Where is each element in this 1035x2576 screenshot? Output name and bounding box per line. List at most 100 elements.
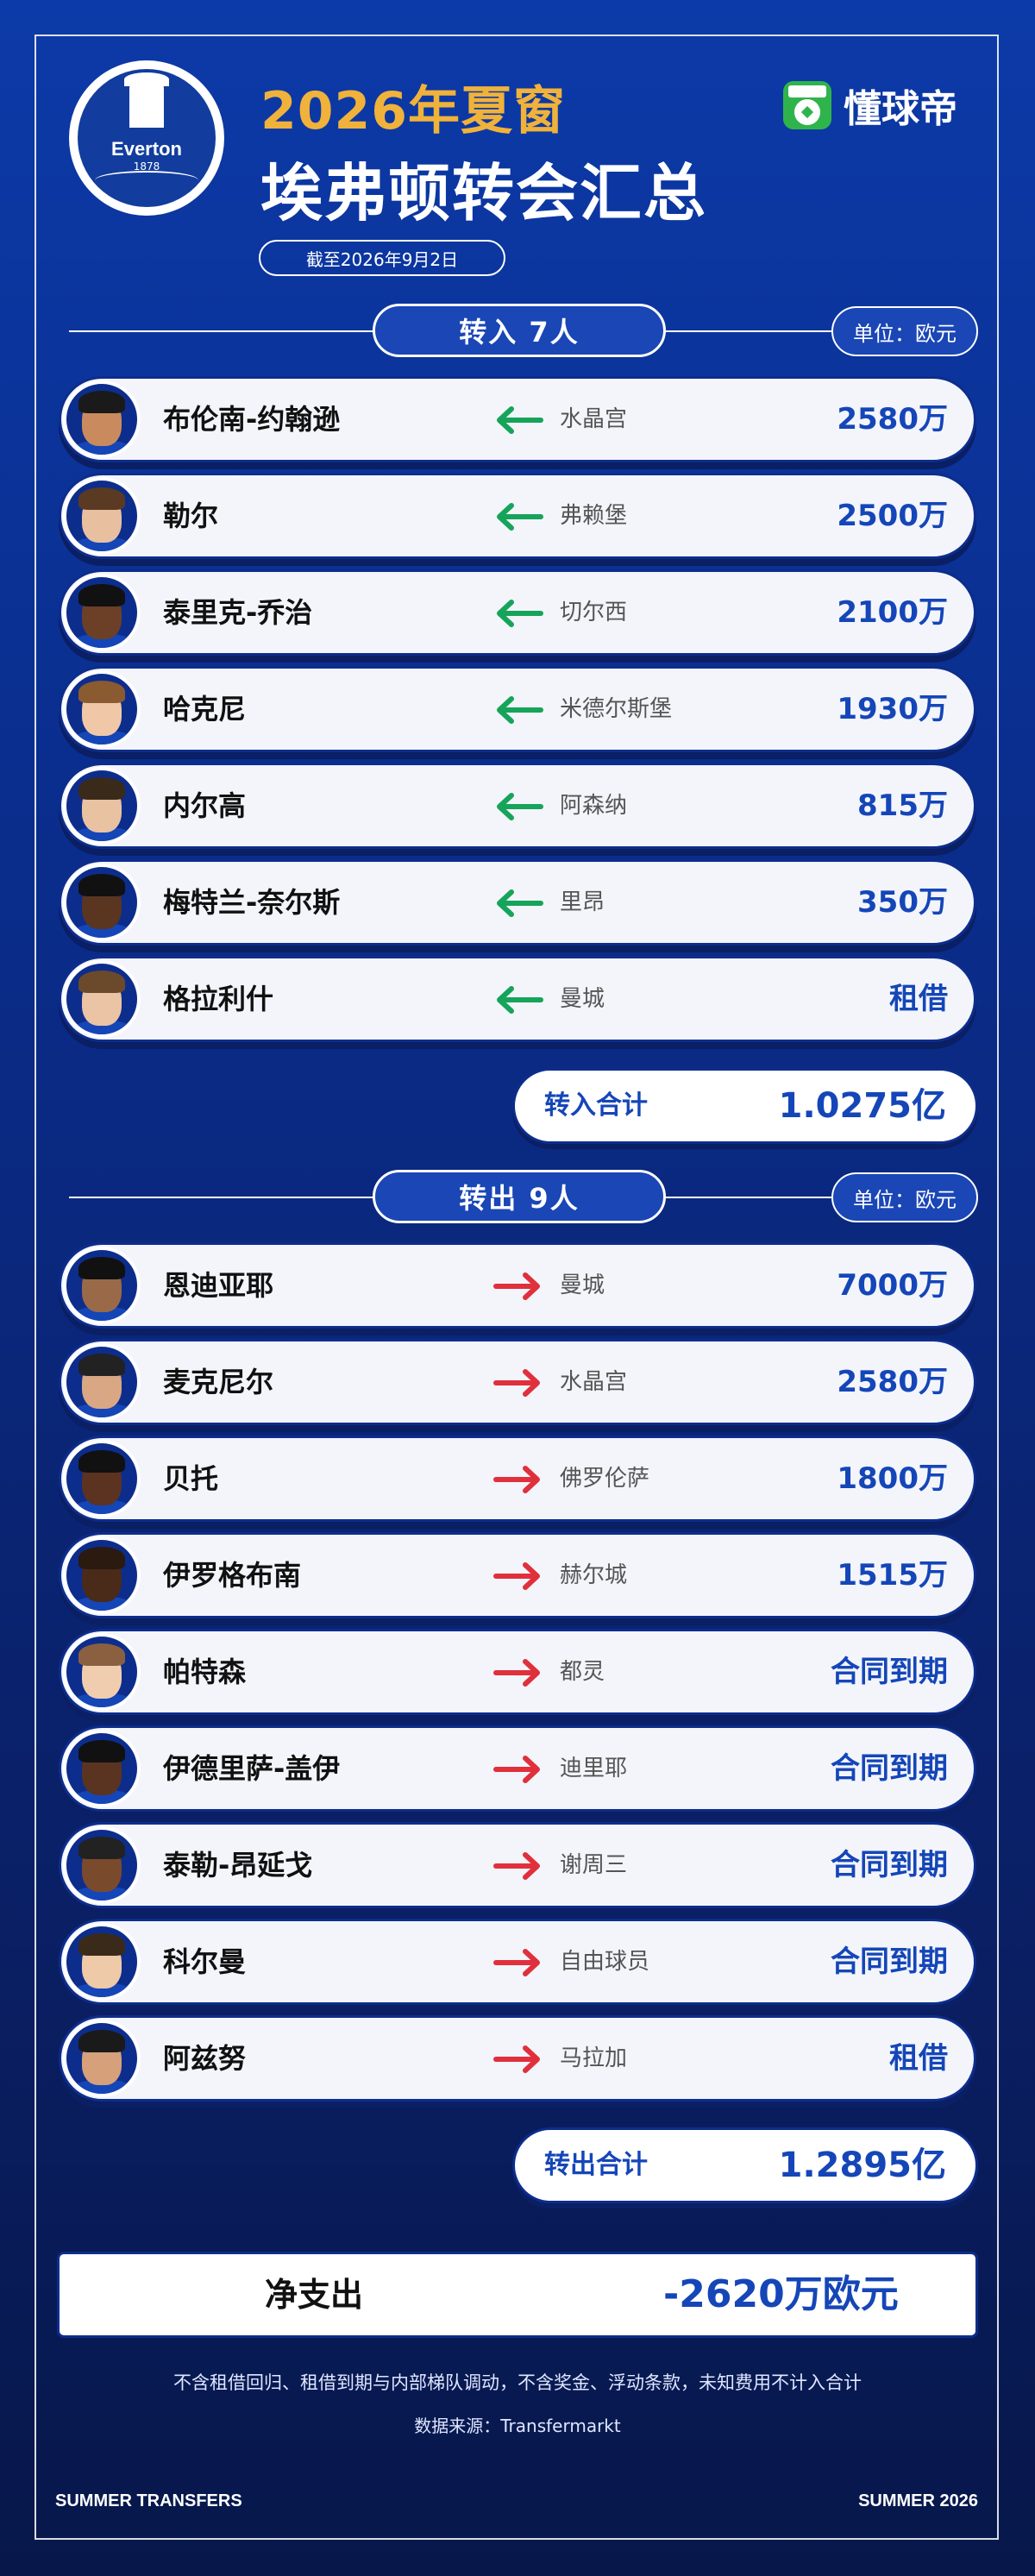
club-name: 里昂: [560, 889, 605, 915]
player-name: 阿兹努: [163, 2042, 247, 2075]
player-name: 麦克尼尔: [163, 1366, 274, 1398]
arrow-right-icon: [492, 2042, 544, 2077]
net-spend-box: 净支出 -2620万欧元: [57, 2252, 978, 2338]
transfer-fee: 1930万: [837, 692, 948, 726]
club-name: 水晶宫: [560, 1369, 628, 1395]
arrow-left-icon: [492, 403, 544, 437]
transfer-fee: 合同到期: [831, 1945, 948, 1979]
arrow-right-icon: [492, 1366, 544, 1400]
player-avatar: [63, 1536, 141, 1614]
club-name: 迪里耶: [560, 1756, 628, 1781]
out-total-pill: 转出合计 1.2895亿: [512, 2127, 978, 2203]
player-avatar: [63, 1730, 141, 1807]
player-row: 哈克尼 米德尔斯堡 1930万: [59, 666, 976, 752]
player-name: 泰勒-昂延戈: [163, 1849, 313, 1882]
club-name: 弗赖堡: [560, 503, 628, 529]
in-total-pill: 转入合计 1.0275亿: [512, 1068, 978, 1144]
section-out-label: 转出 9人: [373, 1170, 666, 1223]
player-avatar: [63, 2020, 141, 2097]
arrow-right-icon: [492, 1462, 544, 1497]
player-row: 麦克尼尔 水晶宫 2580万: [59, 1339, 976, 1425]
player-name: 格拉利什: [163, 983, 274, 1015]
player-row: 恩迪亚耶 曼城 7000万: [59, 1242, 976, 1329]
player-avatar: [63, 1633, 141, 1711]
club-name: 曼城: [560, 1272, 605, 1298]
player-row: 泰里克-乔治 切尔西 2100万: [59, 569, 976, 656]
arrow-right-icon: [492, 1945, 544, 1980]
player-name: 布伦南-约翰逊: [163, 403, 341, 436]
footer-right-tag: SUMMER 2026: [858, 2491, 978, 2510]
transfer-fee: 合同到期: [831, 1848, 948, 1882]
arrow-right-icon: [492, 1269, 544, 1304]
club-name: 水晶宫: [560, 406, 628, 432]
player-name: 伊德里萨-盖伊: [163, 1752, 341, 1785]
transfer-fee: 租借: [889, 982, 948, 1016]
out-total-label: 转出合计: [544, 2150, 648, 2180]
player-avatar: [63, 1440, 141, 1517]
player-avatar: [63, 1247, 141, 1324]
brand-name: 懂球帝: [844, 87, 957, 131]
player-name: 泰里克-乔治: [163, 596, 313, 629]
in-total-label: 转入合计: [544, 1090, 648, 1121]
arrow-right-icon: [492, 1656, 544, 1690]
in-total-value: 1.0275亿: [778, 1086, 946, 1126]
player-row: 伊罗格布南 赫尔城 1515万: [59, 1532, 976, 1618]
transfer-fee: 租借: [889, 2041, 948, 2076]
club-name: 米德尔斯堡: [560, 696, 673, 722]
player-row: 内尔高 阿森纳 815万: [59, 763, 976, 849]
player-avatar: [63, 1343, 141, 1421]
player-avatar: [63, 574, 141, 651]
player-name: 科尔曼: [163, 1945, 247, 1978]
page-title: 埃弗顿转会汇总: [260, 157, 708, 229]
club-name: 赫尔城: [560, 1562, 628, 1588]
brand-logo: 懂球帝: [783, 78, 957, 133]
player-avatar: [63, 670, 141, 748]
data-source: 数据来源：Transfermarkt: [414, 2416, 621, 2436]
net-spend-label: 净支出: [265, 2276, 364, 2314]
player-name: 恩迪亚耶: [163, 1269, 274, 1302]
transfer-fee: 2580万: [837, 402, 948, 437]
player-avatar: [63, 1923, 141, 2001]
arrow-left-icon: [492, 789, 544, 824]
player-name: 帕特森: [163, 1656, 247, 1688]
player-row: 勒尔 弗赖堡 2500万: [59, 473, 976, 559]
crest-word: Everton: [111, 138, 182, 160]
player-row: 帕特森 都灵 合同到期: [59, 1629, 976, 1715]
transfer-fee: 1800万: [837, 1461, 948, 1496]
out-total-value: 1.2895亿: [778, 2146, 946, 2185]
player-row: 泰勒-昂延戈 谢周三 合同到期: [59, 1822, 976, 1908]
transfer-fee: 815万: [857, 789, 948, 823]
transfer-fee: 2580万: [837, 1365, 948, 1399]
player-avatar: [63, 380, 141, 458]
player-row: 伊德里萨-盖伊 迪里耶 合同到期: [59, 1725, 976, 1812]
section-transfers-in: 转入 7人 单位：欧元: [69, 304, 978, 359]
transfer-fee: 合同到期: [831, 1655, 948, 1689]
tower-icon: [124, 72, 169, 128]
club-name: 曼城: [560, 986, 605, 1012]
footnote: 不含租借回归、租借到期与内部梯队调动，不含奖金、浮动条款，未知费用不计入合计: [173, 2372, 862, 2393]
club-name: 自由球员: [560, 1949, 650, 1975]
club-name: 阿森纳: [560, 793, 628, 819]
everton-crest-logo: Everton 1878: [69, 60, 224, 216]
section-in-label: 转入 7人: [373, 304, 666, 357]
date-badge: 截至2026年9月2日: [259, 240, 505, 276]
club-name: 佛罗伦萨: [560, 1466, 650, 1492]
transfer-fee: 合同到期: [831, 1751, 948, 1786]
arrow-right-icon: [492, 1849, 544, 1883]
player-name: 伊罗格布南: [163, 1559, 302, 1592]
player-row: 科尔曼 自由球员 合同到期: [59, 1919, 976, 2005]
net-spend-value: -2620万欧元: [663, 2272, 899, 2316]
arrow-left-icon: [492, 886, 544, 920]
player-row: 阿兹努 马拉加 租借: [59, 2015, 976, 2102]
football-icon: [783, 81, 831, 129]
arrow-left-icon: [492, 983, 544, 1017]
player-name: 勒尔: [163, 499, 219, 532]
arrow-right-icon: [492, 1752, 544, 1787]
player-name: 哈克尼: [163, 693, 247, 726]
player-name: 内尔高: [163, 789, 247, 822]
transfer-fee: 350万: [857, 885, 948, 920]
arrow-left-icon: [492, 596, 544, 631]
footer-left-tag: SUMMER TRANSFERS: [55, 2491, 242, 2510]
arrow-right-icon: [492, 1559, 544, 1593]
transfer-fee: 1515万: [837, 1558, 948, 1593]
